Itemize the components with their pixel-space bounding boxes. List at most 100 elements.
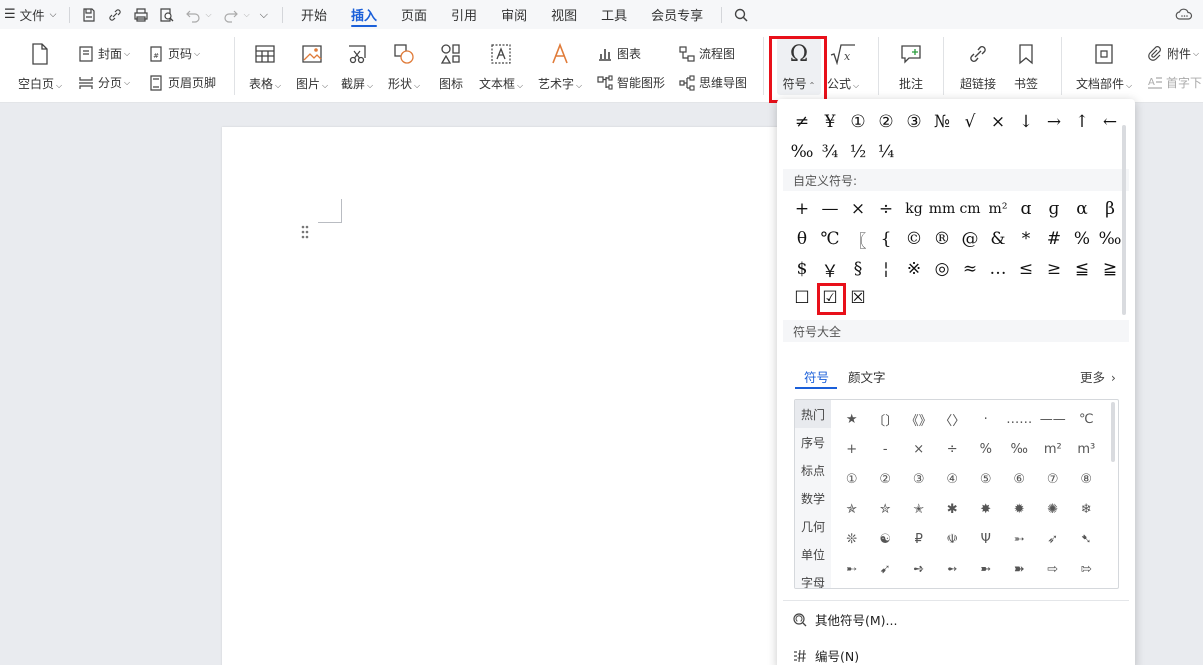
symbol-grid-cell[interactable]: ⑧: [1070, 464, 1104, 494]
cloud-sync-icon[interactable]: [1174, 0, 1194, 29]
symbol-cell[interactable]: $: [788, 255, 816, 283]
symbol-cell[interactable]: {: [872, 225, 900, 253]
symbol-grid-cell[interactable]: ➺: [902, 554, 936, 584]
symbol-grid-cell[interactable]: ➷: [1070, 524, 1104, 554]
symbol-cell[interactable]: ≈: [956, 255, 984, 283]
symbol-cell[interactable]: §: [844, 255, 872, 283]
symbol-grid-cell[interactable]: ·: [969, 404, 1003, 434]
symbol-grid-cell[interactable]: ★: [835, 404, 869, 434]
tab-home[interactable]: 开始: [289, 0, 339, 29]
symbol-grid-cell[interactable]: -: [869, 434, 903, 464]
symbol-grid-cell[interactable]: ×: [902, 434, 936, 464]
undo-icon[interactable]: [183, 0, 203, 29]
symbol-grid-cell[interactable]: ✮: [869, 494, 903, 524]
symbol-grid-cell[interactable]: ✭: [902, 494, 936, 524]
tab-insert[interactable]: 插入: [339, 0, 389, 29]
symbol-grid-cell[interactable]: ③: [902, 464, 936, 494]
tab-member[interactable]: 会员专享: [639, 0, 715, 29]
symbol-cell[interactable]: ¥: [816, 108, 844, 136]
symbol-cell[interactable]: ←: [1096, 108, 1124, 136]
symbol-category-item[interactable]: 几何: [795, 512, 831, 540]
symbol-grid-cell[interactable]: ➼: [969, 554, 1003, 584]
page-number-button[interactable]: # 页码 ⌵: [148, 45, 200, 62]
more-quick-access-icon[interactable]: ⌵: [260, 8, 268, 22]
symbol-grid-cell[interactable]: ₽: [902, 524, 936, 554]
symbol-cell[interactable]: *: [1012, 225, 1040, 253]
symbol-cell[interactable]: ©: [900, 225, 928, 253]
symbol-grid-cell[interactable]: ☫: [936, 524, 970, 554]
redo-dropdown-icon[interactable]: ⌵: [244, 10, 250, 20]
symbol-cell[interactable]: ℃: [816, 225, 844, 253]
symbol-grid-cell[interactable]: ⑥: [1003, 464, 1037, 494]
symbol-cell[interactable]: +: [788, 195, 816, 223]
symbol-cell[interactable]: ¦: [872, 255, 900, 283]
symbol-grid-cell[interactable]: ①: [835, 464, 869, 494]
other-symbols-button[interactable]: 其他符号(M)...: [791, 610, 897, 629]
symbol-grid-cell[interactable]: ❊: [835, 524, 869, 554]
symbol-cell[interactable]: √: [956, 108, 984, 136]
screenshot-button[interactable]: 截屏 ⌵: [341, 41, 373, 92]
symbol-grid-cell[interactable]: 〈〉: [936, 404, 970, 434]
search-icon[interactable]: [731, 0, 751, 29]
symbol-cell[interactable]: ≦: [1068, 255, 1096, 283]
symbol-grid-cell[interactable]: m³: [1070, 434, 1104, 464]
tab-kaomoji[interactable]: 颜文字: [848, 367, 886, 386]
symbol-grid-cell[interactable]: ——: [1036, 404, 1070, 434]
symbol-category-item[interactable]: 热门: [795, 400, 831, 428]
symbol-grid-cell[interactable]: +: [835, 434, 869, 464]
symbol-grid-cell[interactable]: ‰: [1003, 434, 1037, 464]
hyperlink-button[interactable]: 超链接: [960, 41, 996, 92]
symbol-cell[interactable]: 〖: [844, 225, 872, 253]
shape-button[interactable]: 形状 ⌵: [388, 41, 420, 92]
symbol-cell[interactable]: mm: [928, 195, 956, 223]
textbox-button[interactable]: 文本框 ⌵: [479, 41, 523, 92]
symbol-cell[interactable]: ③: [900, 108, 928, 136]
symbol-grid-scrollbar[interactable]: [1111, 402, 1115, 462]
smartart-button[interactable]: 智能图形: [597, 74, 665, 91]
symbol-grid-cell[interactable]: ⇨: [1036, 554, 1070, 584]
symbol-grid-cell[interactable]: ➶: [1036, 524, 1070, 554]
symbol-cell[interactable]: ≠: [788, 108, 816, 136]
cover-button[interactable]: 封面 ⌵: [78, 45, 130, 62]
symbol-grid-cell[interactable]: Ψ: [969, 524, 1003, 554]
symbol-grid-cell[interactable]: ➸: [835, 554, 869, 584]
header-footer-button[interactable]: 页眉页脚: [148, 74, 216, 91]
tab-view[interactable]: 视图: [539, 0, 589, 29]
symbol-cell[interactable]: ¼: [872, 138, 900, 166]
symbol-grid-cell[interactable]: ④: [936, 464, 970, 494]
symbol-grid-cell[interactable]: ➵: [1003, 524, 1037, 554]
symbol-cell[interactable]: ×: [984, 108, 1012, 136]
print-icon[interactable]: [131, 0, 151, 29]
icon-library-button[interactable]: 图标: [438, 41, 464, 92]
tab-references[interactable]: 引用: [439, 0, 489, 29]
symbol-grid-cell[interactable]: ✯: [835, 494, 869, 524]
numbering-button[interactable]: 编号(N): [791, 646, 859, 665]
formula-button[interactable]: x 公式 ⌵: [827, 41, 859, 92]
comment-button[interactable]: 批注: [898, 41, 924, 92]
symbol-cell[interactable]: ↑: [1068, 108, 1096, 136]
symbol-cell[interactable]: @: [956, 225, 984, 253]
symbol-grid-cell[interactable]: ➹: [869, 554, 903, 584]
mindmap-button[interactable]: 思维导图: [679, 74, 747, 91]
attachment-button[interactable]: 附件 ⌵: [1147, 45, 1199, 62]
save-icon[interactable]: [79, 0, 99, 29]
symbol-cell[interactable]: &: [984, 225, 1012, 253]
symbol-grid-cell[interactable]: 《》: [902, 404, 936, 434]
symbol-cell[interactable]: cm: [956, 195, 984, 223]
tab-symbols[interactable]: 符号: [804, 367, 829, 386]
symbol-cell[interactable]: β: [1096, 195, 1124, 223]
chart-button[interactable]: 图表: [597, 45, 641, 62]
symbol-cell[interactable]: %: [1068, 225, 1096, 253]
symbol-grid-cell[interactable]: ❄: [1070, 494, 1104, 524]
symbol-cell[interactable]: ☒: [844, 284, 872, 312]
symbol-grid-cell[interactable]: ☯: [869, 524, 903, 554]
symbol-cell[interactable]: ☐: [788, 284, 816, 312]
symbol-cell[interactable]: ≥: [1040, 255, 1068, 283]
tab-tools[interactable]: 工具: [589, 0, 639, 29]
symbol-cell[interactable]: ≤: [1012, 255, 1040, 283]
redo-icon[interactable]: [221, 0, 241, 29]
symbol-cell[interactable]: kg: [900, 195, 928, 223]
document-page[interactable]: [222, 127, 782, 665]
symbol-grid-cell[interactable]: ✹: [1003, 494, 1037, 524]
symbol-category-item[interactable]: 序号: [795, 428, 831, 456]
